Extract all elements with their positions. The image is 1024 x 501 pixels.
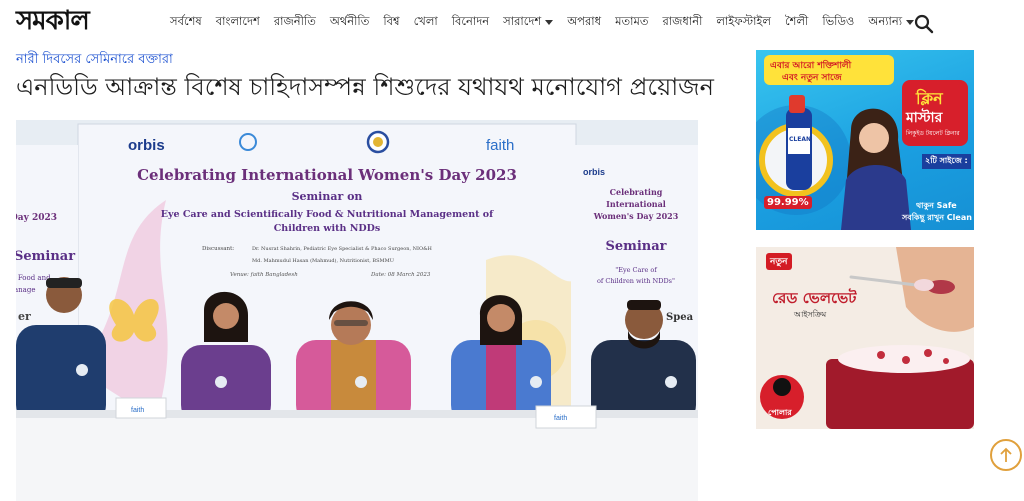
ad1-brand-2: মাস্টার: [906, 110, 943, 126]
ad-banner-clean-master[interactable]: এবার আরো শক্তিশালী এবং নতুন সাজে ক্লিন ম…: [756, 50, 974, 230]
desk-logo-1: faith: [131, 407, 144, 414]
banner-date: Date: 08 March 2023: [370, 272, 431, 278]
main-nav: সর্বশেষ বাংলাদেশ রাজনীতি অর্থনীতি বিশ্ব খেলা ব…: [170, 0, 928, 44]
nav-item-label: অপরাধ: [567, 13, 602, 28]
article-headline: এনডিডি আক্রান্ত বিশেষ চাহিদাসম্পন্ন শিশু…: [16, 73, 714, 101]
article-photo: orbis faith Celebrating International Wo…: [16, 120, 698, 501]
caret-down-icon: [906, 19, 915, 25]
nav-item-1[interactable]: বাংলাদেশ: [216, 13, 260, 32]
nav-item-8[interactable]: অপরাধ: [567, 13, 601, 32]
nav-item-label: মতামত: [615, 13, 649, 28]
banner-title: Celebrating International Women's Day 20…: [137, 166, 517, 184]
banner-logo-orbis: orbis: [128, 137, 165, 154]
nav-item-label: রাজনীতি: [273, 13, 316, 28]
banner-discussant-1: Dr. Nusrat Shahrin, Pediatric Eye Specia…: [252, 246, 433, 252]
ad2-type: আইসক্রিম: [794, 310, 827, 319]
nav-item-2[interactable]: রাজনীতি: [274, 13, 316, 32]
right-banner-title-2: International: [606, 199, 666, 209]
caret-down-icon: [545, 19, 554, 25]
right-banner-spea: Spea: [666, 312, 694, 323]
nav-item-13[interactable]: ভিডিও: [822, 13, 854, 32]
ad-banner-red-velvet[interactable]: নতুন রেড ভেলভেট আইসক্রিম পোলার: [756, 247, 974, 429]
nav-item-10[interactable]: রাজধানী: [662, 13, 702, 32]
nav-item-label: লাইফস্টাইল: [716, 13, 771, 28]
ad1-line2: এবং নতুন সাজে: [782, 73, 842, 83]
site-header: সমকাল সর্বশেষ বাংলাদেশ রাজনীতি অর্থনীতি বিশ্…: [0, 0, 1024, 44]
ad2-new-label: নতুন: [766, 253, 792, 270]
left-banner-manage: anage: [16, 286, 35, 294]
right-banner-topic-2: of Children with NDDs": [597, 277, 675, 285]
left-banner-food: s Food and: [16, 274, 51, 282]
nav-item-0[interactable]: সর্বশেষ: [170, 13, 202, 32]
nav-item-5[interactable]: খেলা: [414, 13, 438, 32]
nav-item-11[interactable]: লাইফস্টাইল: [716, 13, 771, 32]
nav-item-6[interactable]: বিনোদন: [452, 13, 489, 32]
nav-item-label: ভিডিও: [822, 13, 855, 28]
left-banner-seminar: Seminar: [16, 249, 75, 264]
nav-item-label: অন্যান্য: [868, 13, 903, 28]
banner-logo-faith: faith: [486, 137, 514, 154]
nav-item-label: খেলা: [413, 13, 438, 28]
banner-discussant-label: Discussant:: [202, 246, 234, 252]
site-logo[interactable]: সমকাল: [16, 6, 90, 36]
nav-item-14[interactable]: অন্যান্য: [868, 13, 915, 32]
svg-text:orbis: orbis: [583, 167, 605, 177]
right-banner-title-1: Celebrating: [610, 187, 663, 197]
ad1-sizes: ২টি সাইজে :: [922, 154, 971, 169]
desk-logo-2: faith: [554, 415, 567, 422]
right-banner-title-3: Women's Day 2023: [593, 211, 679, 221]
banner-venue: Venue: faith Bangladesh: [230, 272, 298, 278]
search-icon[interactable]: [914, 14, 934, 34]
nav-item-label: রাজধানী: [662, 13, 703, 28]
banner-topic-2: Children with NDDs: [274, 223, 381, 234]
nav-item-label: শৈলী: [784, 13, 809, 28]
nav-item-9[interactable]: মতামত: [615, 13, 648, 32]
ad2-brand: পোলার: [768, 408, 792, 417]
arrow-up-icon: [1000, 447, 1012, 462]
ad1-bottle-label: CLEAN: [789, 136, 811, 143]
nav-item-label: বাংলাদেশ: [215, 13, 260, 28]
banner-discussant-2: Md. Mahmudul Hasan (Mahmud), Nutritionis…: [252, 257, 394, 264]
nav-item-12[interactable]: শৈলী: [785, 13, 808, 32]
nav-item-label: বিনোদন: [451, 13, 490, 28]
ad1-tagline-2: সবকিছু রাখুন Clean: [902, 213, 972, 222]
nav-item-label: বিশ্ব: [383, 13, 400, 28]
left-banner-er: er: [18, 310, 31, 323]
nav-item-label: সর্বশেষ: [170, 13, 202, 28]
banner-topic-1: Eye Care and Scientifically Food & Nutri…: [161, 209, 494, 220]
nav-item-label: সারাদেশ: [503, 13, 542, 28]
banner-seminar: Seminar on: [292, 190, 363, 203]
nav-item-4[interactable]: বিশ্ব: [383, 13, 399, 32]
left-banner-day: Day 2023: [16, 213, 57, 223]
right-banner-seminar: Seminar: [605, 239, 666, 254]
ad1-percent: 99.99%: [764, 196, 812, 209]
right-banner-topic-1: "Eye Care of: [615, 266, 657, 274]
nav-item-3[interactable]: অর্থনীতি: [330, 13, 369, 32]
ad1-sub: লিকুইড টয়লেট ক্লিনার: [906, 130, 960, 137]
scroll-to-top-button[interactable]: [990, 439, 1022, 471]
nav-item-label: অর্থনীতি: [329, 13, 370, 28]
nav-item-7[interactable]: সারাদেশ: [503, 13, 554, 32]
